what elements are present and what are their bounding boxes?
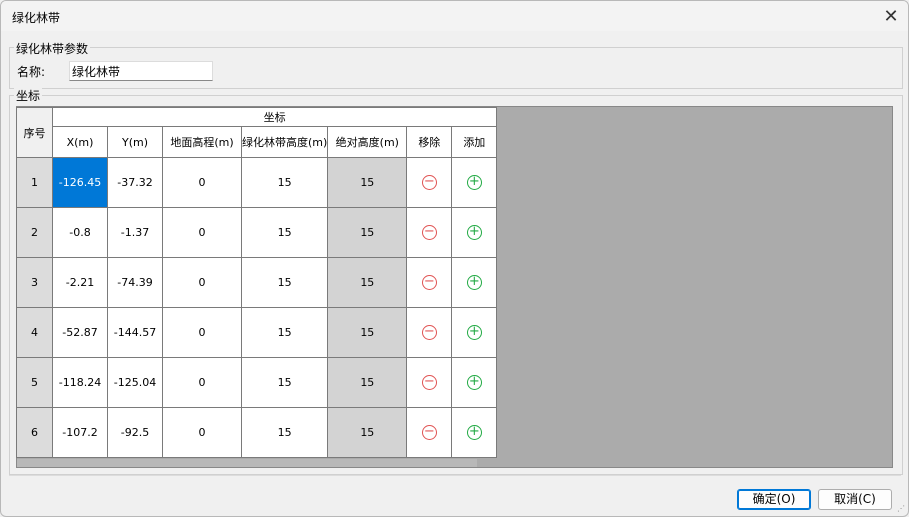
row-index[interactable]: 3 bbox=[16, 257, 53, 308]
abs-height-cell: 15 bbox=[327, 357, 408, 408]
belt-height-cell[interactable]: 15 bbox=[240, 157, 329, 208]
ground-cell[interactable]: 0 bbox=[162, 407, 242, 458]
y-cell[interactable]: -1.37 bbox=[107, 207, 163, 258]
minus-circle-icon[interactable]: − bbox=[421, 175, 437, 190]
abs-height-cell: 15 bbox=[327, 307, 408, 358]
minus-circle-icon[interactable]: − bbox=[421, 425, 437, 440]
x-cell[interactable]: -126.45 bbox=[52, 157, 108, 208]
add-cell: + bbox=[451, 407, 498, 458]
remove-cell: − bbox=[406, 157, 453, 208]
resize-grip-icon[interactable]: ⋰ bbox=[897, 504, 905, 513]
ground-cell[interactable]: 0 bbox=[162, 207, 242, 258]
row-index[interactable]: 6 bbox=[16, 407, 53, 458]
y-cell[interactable]: -92.5 bbox=[107, 407, 163, 458]
plus-circle-icon[interactable]: + bbox=[466, 275, 482, 290]
row-index[interactable]: 1 bbox=[16, 157, 53, 208]
ground-cell[interactable]: 0 bbox=[162, 307, 242, 358]
ok-button[interactable]: 确定(O) bbox=[737, 489, 811, 510]
ground-cell[interactable]: 0 bbox=[162, 257, 242, 308]
row-index[interactable]: 5 bbox=[16, 357, 53, 408]
plus-circle-icon[interactable]: + bbox=[466, 225, 482, 240]
minus-circle-icon[interactable]: − bbox=[421, 225, 437, 240]
ground-cell[interactable]: 0 bbox=[162, 157, 242, 208]
x-cell[interactable]: -2.21 bbox=[52, 257, 108, 308]
row-index[interactable]: 4 bbox=[16, 307, 53, 358]
belt-height-cell[interactable]: 15 bbox=[240, 307, 329, 358]
name-label: 名称: bbox=[17, 65, 46, 79]
params-group-label: 绿化林带参数 bbox=[14, 40, 91, 57]
x-cell[interactable]: -118.24 bbox=[52, 357, 108, 408]
column-header-ground: 地面高程(m) bbox=[162, 126, 242, 158]
title-bar: 绿化林带 ✕ bbox=[1, 1, 908, 31]
y-cell[interactable]: -74.39 bbox=[107, 257, 163, 308]
remove-cell: − bbox=[406, 407, 453, 458]
remove-cell: − bbox=[406, 257, 453, 308]
column-header-abs-height: 绝对高度(m) bbox=[327, 126, 408, 158]
plus-circle-icon[interactable]: + bbox=[466, 375, 482, 390]
coords-table: 序号 坐标 X(m) Y(m) 地面高程(m) 绿化林带高度(m) 绝对高度(m… bbox=[16, 107, 498, 458]
y-cell[interactable]: -144.57 bbox=[107, 307, 163, 358]
remove-cell: − bbox=[406, 207, 453, 258]
column-header-index: 序号 bbox=[16, 107, 53, 158]
column-header-remove: 移除 bbox=[406, 126, 453, 158]
table-row: 4 -52.87 -144.57 0 15 15 − + bbox=[16, 307, 498, 358]
add-cell: + bbox=[451, 157, 498, 208]
add-cell: + bbox=[451, 307, 498, 358]
column-header-y: Y(m) bbox=[107, 126, 163, 158]
belt-height-cell[interactable]: 15 bbox=[240, 357, 329, 408]
abs-height-cell: 15 bbox=[327, 157, 408, 208]
dialog-window: 绿化林带 ✕ 绿化林带参数 名称: 坐标 序号 坐标 X(m) Y(m) 地面高… bbox=[0, 0, 909, 517]
column-header-add: 添加 bbox=[451, 126, 498, 158]
abs-height-cell: 15 bbox=[327, 207, 408, 258]
plus-circle-icon[interactable]: + bbox=[466, 325, 482, 340]
row-index[interactable]: 2 bbox=[16, 207, 53, 258]
x-cell[interactable]: -0.8 bbox=[52, 207, 108, 258]
name-input[interactable] bbox=[69, 61, 213, 81]
add-cell: + bbox=[451, 357, 498, 408]
column-group-header: 坐标 bbox=[51, 107, 498, 127]
remove-cell: − bbox=[406, 307, 453, 358]
table-row: 2 -0.8 -1.37 0 15 15 − + bbox=[16, 207, 498, 258]
table-row: 5 -118.24 -125.04 0 15 15 − + bbox=[16, 357, 498, 408]
x-cell[interactable]: -107.2 bbox=[52, 407, 108, 458]
table-row: 1 -126.45 -37.32 0 15 15 − + bbox=[16, 157, 498, 208]
minus-circle-icon[interactable]: − bbox=[421, 375, 437, 390]
plus-circle-icon[interactable]: + bbox=[466, 425, 482, 440]
coords-group-label: 坐标 bbox=[14, 87, 43, 104]
remove-cell: − bbox=[406, 357, 453, 408]
column-header-x: X(m) bbox=[52, 126, 108, 158]
belt-height-cell[interactable]: 15 bbox=[240, 257, 329, 308]
abs-height-cell: 15 bbox=[327, 407, 408, 458]
belt-height-cell[interactable]: 15 bbox=[240, 207, 329, 258]
add-cell: + bbox=[451, 257, 498, 308]
table-row: 6 -107.2 -92.5 0 15 15 − + bbox=[16, 407, 498, 458]
x-cell[interactable]: -52.87 bbox=[52, 307, 108, 358]
minus-circle-icon[interactable]: − bbox=[421, 275, 437, 290]
horizontal-scrollbar[interactable] bbox=[17, 459, 477, 467]
window-title: 绿化林带 bbox=[12, 11, 61, 25]
ground-cell[interactable]: 0 bbox=[162, 357, 242, 408]
table-row: 3 -2.21 -74.39 0 15 15 − + bbox=[16, 257, 498, 308]
add-cell: + bbox=[451, 207, 498, 258]
close-icon[interactable]: ✕ bbox=[874, 1, 908, 31]
plus-circle-icon[interactable]: + bbox=[466, 175, 482, 190]
column-header-belt-height: 绿化林带高度(m) bbox=[240, 126, 329, 158]
minus-circle-icon[interactable]: − bbox=[421, 325, 437, 340]
y-cell[interactable]: -37.32 bbox=[107, 157, 163, 208]
abs-height-cell: 15 bbox=[327, 257, 408, 308]
cancel-button[interactable]: 取消(C) bbox=[818, 489, 892, 510]
belt-height-cell[interactable]: 15 bbox=[240, 407, 329, 458]
y-cell[interactable]: -125.04 bbox=[107, 357, 163, 408]
divider bbox=[9, 475, 901, 476]
